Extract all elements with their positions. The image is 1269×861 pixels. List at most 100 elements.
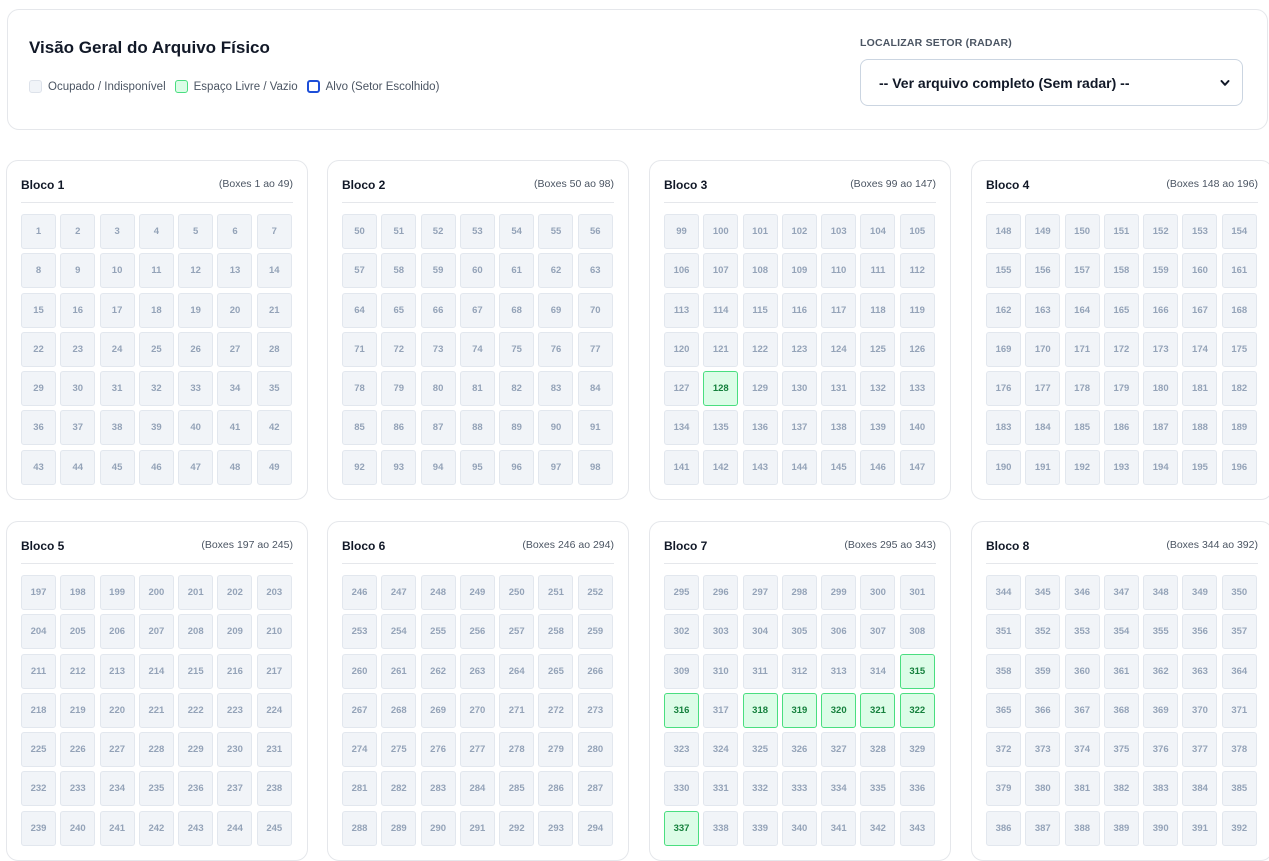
box-occupied[interactable]: 285 <box>499 771 535 807</box>
box-occupied[interactable]: 351 <box>986 614 1021 650</box>
box-occupied[interactable]: 17 <box>99 292 135 328</box>
box-occupied[interactable]: 218 <box>21 692 56 728</box>
box-occupied[interactable]: 281 <box>342 771 377 807</box>
box-occupied[interactable]: 12 <box>178 253 214 289</box>
box-occupied[interactable]: 283 <box>420 771 456 807</box>
box-occupied[interactable]: 300 <box>860 575 896 610</box>
box-occupied[interactable]: 208 <box>178 614 214 650</box>
box-occupied[interactable]: 60 <box>459 253 495 289</box>
box-occupied[interactable]: 93 <box>381 449 417 485</box>
box-occupied[interactable]: 344 <box>986 575 1021 610</box>
box-occupied[interactable]: 16 <box>60 292 96 328</box>
box-occupied[interactable]: 51 <box>381 214 417 249</box>
box-occupied[interactable]: 145 <box>821 449 857 485</box>
box-occupied[interactable]: 56 <box>577 214 613 249</box>
box-free[interactable]: 337 <box>664 810 699 846</box>
box-occupied[interactable]: 299 <box>821 575 857 610</box>
box-occupied[interactable]: 203 <box>256 575 292 610</box>
box-occupied[interactable]: 175 <box>1221 331 1257 367</box>
box-occupied[interactable]: 116 <box>781 292 817 328</box>
box-occupied[interactable]: 256 <box>459 614 495 650</box>
box-occupied[interactable]: 259 <box>577 614 613 650</box>
box-occupied[interactable]: 49 <box>256 449 292 485</box>
box-occupied[interactable]: 69 <box>538 292 574 328</box>
box-occupied[interactable]: 136 <box>742 410 778 446</box>
box-occupied[interactable]: 384 <box>1182 771 1218 807</box>
box-occupied[interactable]: 55 <box>538 214 574 249</box>
box-occupied[interactable]: 180 <box>1143 371 1179 407</box>
box-occupied[interactable]: 200 <box>138 575 174 610</box>
box-free[interactable]: 322 <box>899 692 935 728</box>
box-occupied[interactable]: 269 <box>420 692 456 728</box>
box-occupied[interactable]: 183 <box>986 410 1021 446</box>
box-occupied[interactable]: 242 <box>138 810 174 846</box>
box-occupied[interactable]: 207 <box>138 614 174 650</box>
box-occupied[interactable]: 117 <box>821 292 857 328</box>
box-occupied[interactable]: 372 <box>986 732 1021 768</box>
box-occupied[interactable]: 226 <box>60 732 96 768</box>
box-occupied[interactable]: 39 <box>138 410 174 446</box>
box-occupied[interactable]: 244 <box>217 810 253 846</box>
box-occupied[interactable]: 240 <box>60 810 96 846</box>
box-occupied[interactable]: 230 <box>217 732 253 768</box>
box-occupied[interactable]: 231 <box>256 732 292 768</box>
box-occupied[interactable]: 63 <box>577 253 613 289</box>
box-occupied[interactable]: 158 <box>1103 253 1139 289</box>
box-occupied[interactable]: 177 <box>1025 371 1061 407</box>
box-occupied[interactable]: 104 <box>860 214 896 249</box>
box-occupied[interactable]: 325 <box>742 732 778 768</box>
box-occupied[interactable]: 75 <box>499 331 535 367</box>
box-occupied[interactable]: 150 <box>1064 214 1100 249</box>
box-occupied[interactable]: 139 <box>860 410 896 446</box>
box-occupied[interactable]: 198 <box>60 575 96 610</box>
box-occupied[interactable]: 389 <box>1103 810 1139 846</box>
box-occupied[interactable]: 135 <box>703 410 739 446</box>
box-occupied[interactable]: 211 <box>21 653 56 689</box>
box-occupied[interactable]: 124 <box>821 331 857 367</box>
box-occupied[interactable]: 284 <box>459 771 495 807</box>
box-occupied[interactable]: 361 <box>1103 653 1139 689</box>
box-occupied[interactable]: 302 <box>664 614 699 650</box>
box-occupied[interactable]: 270 <box>459 692 495 728</box>
box-occupied[interactable]: 228 <box>138 732 174 768</box>
box-occupied[interactable]: 3 <box>99 214 135 249</box>
box-occupied[interactable]: 215 <box>178 653 214 689</box>
box-occupied[interactable]: 224 <box>256 692 292 728</box>
box-occupied[interactable]: 338 <box>703 810 739 846</box>
box-occupied[interactable]: 249 <box>459 575 495 610</box>
box-occupied[interactable]: 114 <box>703 292 739 328</box>
box-occupied[interactable]: 65 <box>381 292 417 328</box>
box-occupied[interactable]: 192 <box>1064 449 1100 485</box>
box-occupied[interactable]: 387 <box>1025 810 1061 846</box>
box-occupied[interactable]: 386 <box>986 810 1021 846</box>
box-occupied[interactable]: 339 <box>742 810 778 846</box>
box-occupied[interactable]: 216 <box>217 653 253 689</box>
box-occupied[interactable]: 217 <box>256 653 292 689</box>
box-occupied[interactable]: 98 <box>577 449 613 485</box>
box-occupied[interactable]: 5 <box>178 214 214 249</box>
box-occupied[interactable]: 273 <box>577 692 613 728</box>
box-occupied[interactable]: 368 <box>1103 692 1139 728</box>
box-occupied[interactable]: 97 <box>538 449 574 485</box>
box-occupied[interactable]: 126 <box>899 331 935 367</box>
box-occupied[interactable]: 176 <box>986 371 1021 407</box>
box-occupied[interactable]: 146 <box>860 449 896 485</box>
box-occupied[interactable]: 178 <box>1064 371 1100 407</box>
box-occupied[interactable]: 22 <box>21 331 56 367</box>
box-occupied[interactable]: 356 <box>1182 614 1218 650</box>
box-occupied[interactable]: 392 <box>1221 810 1257 846</box>
box-occupied[interactable]: 44 <box>60 449 96 485</box>
box-occupied[interactable]: 296 <box>703 575 739 610</box>
box-occupied[interactable]: 53 <box>459 214 495 249</box>
box-occupied[interactable]: 263 <box>459 653 495 689</box>
box-occupied[interactable]: 287 <box>577 771 613 807</box>
box-occupied[interactable]: 163 <box>1025 292 1061 328</box>
box-occupied[interactable]: 96 <box>499 449 535 485</box>
box-occupied[interactable]: 95 <box>459 449 495 485</box>
box-occupied[interactable]: 343 <box>899 810 935 846</box>
box-occupied[interactable]: 47 <box>178 449 214 485</box>
box-occupied[interactable]: 8 <box>21 253 56 289</box>
box-occupied[interactable]: 245 <box>256 810 292 846</box>
box-occupied[interactable]: 225 <box>21 732 56 768</box>
box-occupied[interactable]: 148 <box>986 214 1021 249</box>
